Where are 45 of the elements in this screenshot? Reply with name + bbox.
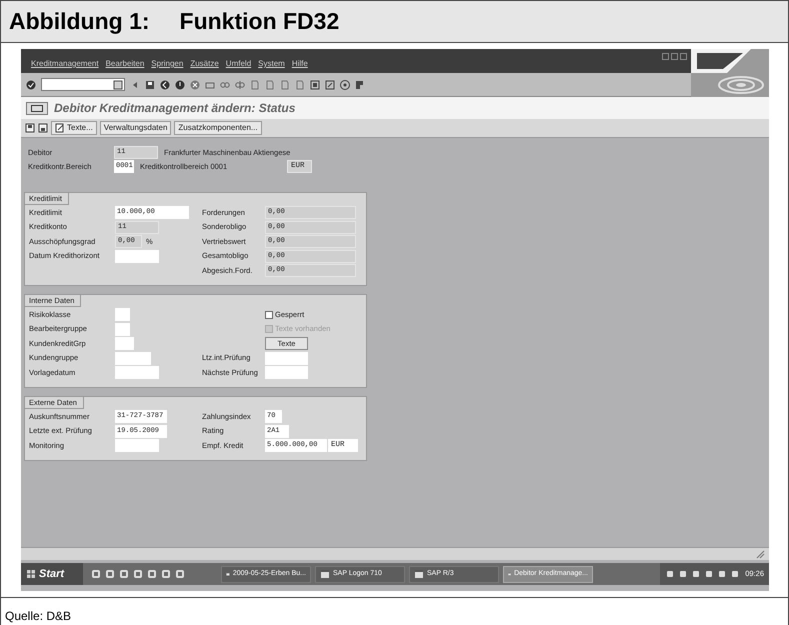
command-field[interactable] xyxy=(41,78,125,91)
input-field[interactable] xyxy=(265,366,308,379)
input-field[interactable] xyxy=(115,250,159,262)
save-icon[interactable] xyxy=(38,123,48,133)
start-button[interactable]: Start xyxy=(21,563,83,585)
back-icon[interactable] xyxy=(160,80,170,90)
menu-item[interactable]: Zusätze xyxy=(190,58,219,70)
save-icon[interactable] xyxy=(145,80,155,90)
input-field[interactable] xyxy=(115,322,130,336)
check-icon[interactable] xyxy=(26,80,36,90)
overview-icon[interactable] xyxy=(26,102,48,114)
maximize-icon[interactable] xyxy=(671,53,678,60)
tray-icon[interactable] xyxy=(691,569,702,579)
menu-item[interactable]: Umfeld xyxy=(226,58,252,70)
screen-title: Debitor Kreditmanagement ändern: Status xyxy=(54,100,296,117)
toolbar-button[interactable]: Zusatzkomponenten... xyxy=(174,121,262,135)
minimize-icon[interactable] xyxy=(662,53,669,60)
tray-icon[interactable] xyxy=(704,569,714,579)
figure-title: Funktion FD32 xyxy=(180,7,340,36)
menu-item[interactable]: System xyxy=(258,58,285,70)
input-field[interactable] xyxy=(115,366,159,379)
tray-icon[interactable] xyxy=(678,569,688,579)
input-field[interactable] xyxy=(265,352,308,364)
windows-icon[interactable] xyxy=(26,569,36,579)
menu-item[interactable]: Hilfe xyxy=(292,58,308,70)
cancel-icon[interactable] xyxy=(190,80,200,90)
toolbar-button[interactable]: Texte... xyxy=(51,121,97,135)
input-field[interactable] xyxy=(115,337,134,350)
source-note: Quelle: D&B xyxy=(5,609,72,623)
input-field[interactable] xyxy=(115,352,151,364)
pencil-icon[interactable] xyxy=(55,123,65,133)
tray-icon[interactable] xyxy=(730,569,740,579)
figure-label: Abbildung 1: xyxy=(9,7,150,36)
menu-item[interactable]: Springen xyxy=(151,58,184,70)
input-field[interactable] xyxy=(115,308,130,321)
resize-grip-icon xyxy=(755,549,765,559)
input-field[interactable] xyxy=(115,439,159,452)
menu-item[interactable]: Bearbeiten xyxy=(106,58,144,70)
toolbar-button[interactable]: Verwaltungsdaten xyxy=(100,121,172,135)
tray-icon[interactable] xyxy=(665,569,676,579)
menu-item[interactable]: Kreditmanagement xyxy=(31,58,99,70)
close-icon[interactable] xyxy=(680,53,687,60)
save-icon[interactable] xyxy=(25,123,35,133)
tray-icon[interactable] xyxy=(717,569,728,579)
dropdown-icon[interactable] xyxy=(113,80,123,90)
